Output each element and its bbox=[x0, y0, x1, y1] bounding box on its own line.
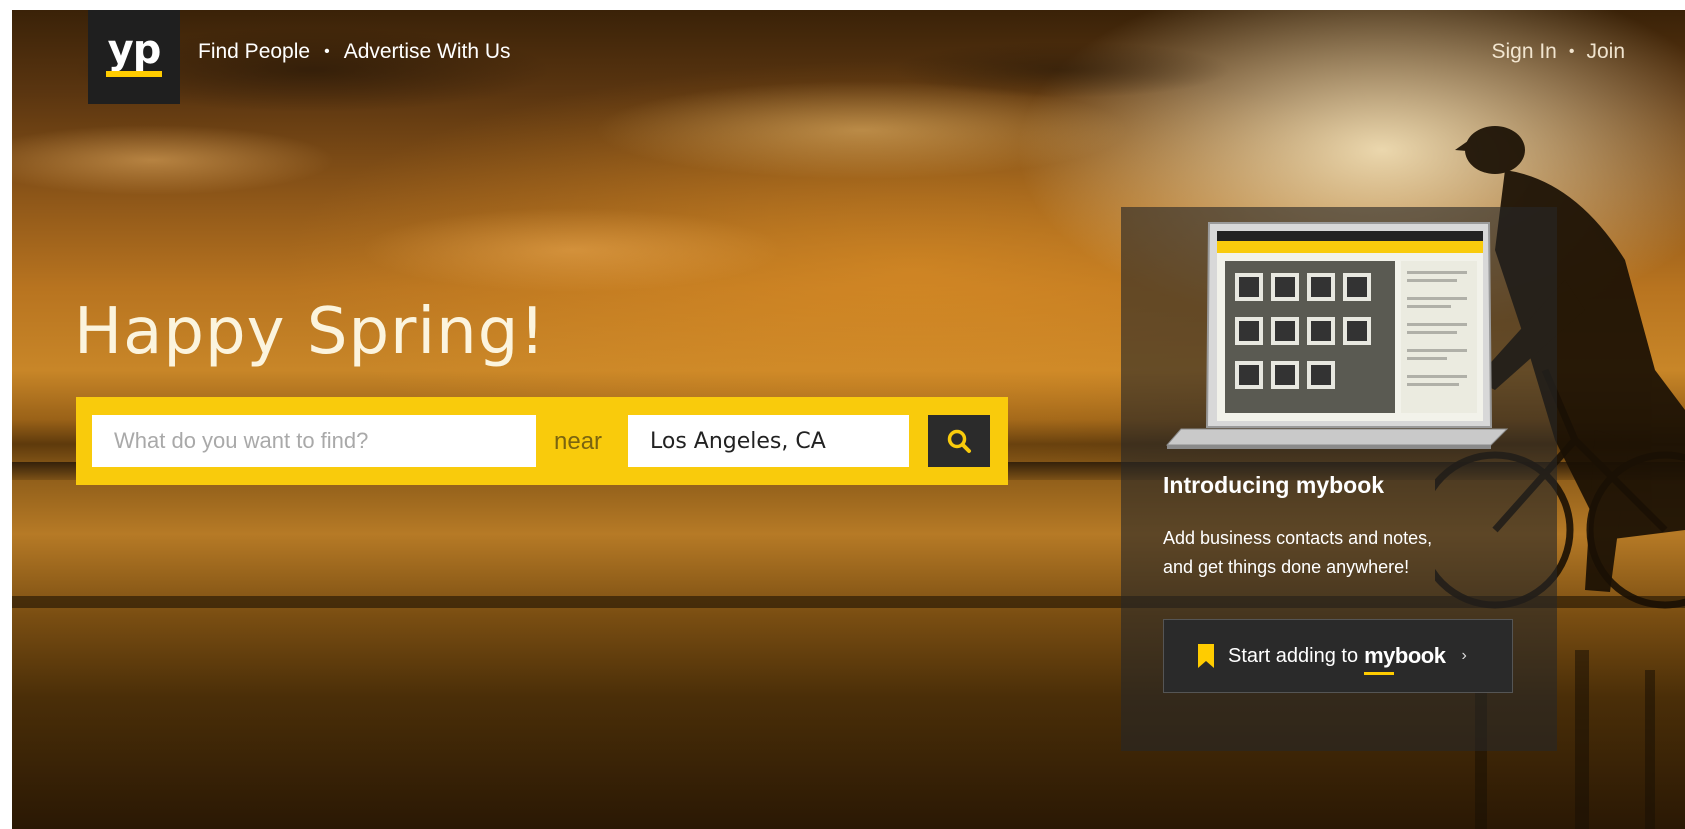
mybook-promo: Introducing mybook Add business contacts… bbox=[1121, 207, 1557, 751]
join-link[interactable]: Join bbox=[1586, 40, 1625, 64]
near-label: near bbox=[554, 428, 603, 455]
main-nav: Find People • Advertise With Us bbox=[198, 40, 511, 64]
search-bar: near bbox=[76, 397, 1008, 485]
yp-logo[interactable]: yp bbox=[88, 10, 180, 104]
promo-description-line: Add business contacts and notes, bbox=[1163, 528, 1433, 548]
search-button[interactable] bbox=[928, 415, 990, 467]
logo-text: yp bbox=[107, 27, 162, 73]
bookmark-icon bbox=[1198, 644, 1214, 668]
nav-link-find-people[interactable]: Find People bbox=[198, 40, 310, 64]
logo-underline bbox=[106, 71, 162, 77]
nav-separator: • bbox=[1568, 43, 1575, 60]
laptop-illustration bbox=[1165, 222, 1509, 449]
sign-in-link[interactable]: Sign In bbox=[1491, 40, 1556, 64]
promo-title: Introducing mybook bbox=[1163, 472, 1385, 498]
nav-link-advertise[interactable]: Advertise With Us bbox=[344, 40, 511, 64]
account-nav: Sign In • Join bbox=[1491, 40, 1625, 64]
button-prefix: Start adding to bbox=[1228, 644, 1359, 667]
promo-description: Add business contacts and notes, and get… bbox=[1163, 524, 1503, 582]
search-what-input[interactable] bbox=[92, 415, 536, 467]
start-mybook-button[interactable]: Start adding to mybook › bbox=[1163, 619, 1513, 693]
promo-description-line: and get things done anywhere! bbox=[1163, 557, 1410, 577]
hero-background: yp Find People • Advertise With Us Sign … bbox=[12, 10, 1685, 829]
search-location-input[interactable] bbox=[628, 415, 909, 467]
chevron-right-icon: › bbox=[1461, 647, 1467, 664]
hero-headline: Happy Spring! bbox=[74, 295, 546, 369]
nav-separator: • bbox=[324, 43, 330, 60]
mybook-wordmark: mybook bbox=[1364, 643, 1446, 675]
search-icon bbox=[947, 429, 971, 453]
